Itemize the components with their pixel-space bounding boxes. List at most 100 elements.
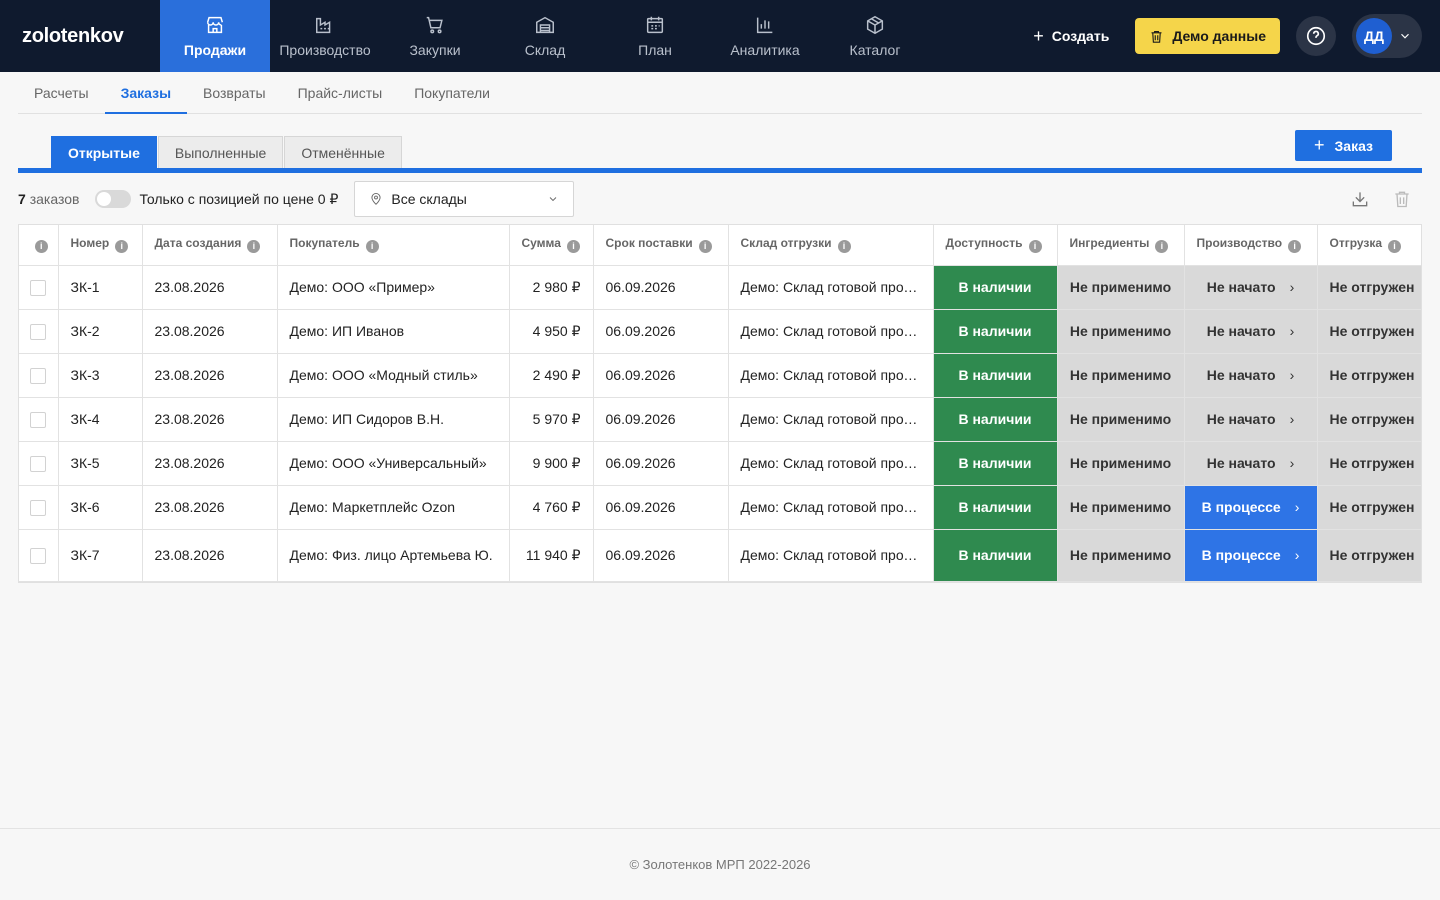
production-cell[interactable]: В процессе › — [1184, 529, 1318, 582]
table-row[interactable]: ЗК-7 23.08.2026 Демо: Физ. лицо Артемьева … — [19, 529, 1421, 582]
table-row[interactable]: ЗК-2 23.08.2026 Демо: ИП Иванов 4 950 ₽06.0… — [19, 309, 1421, 354]
production-cell[interactable]: Не начато › — [1184, 265, 1318, 310]
shipment-cell[interactable]: Не отгружен — [1317, 529, 1421, 582]
nav-item-production[interactable]: Производство — [270, 0, 380, 72]
subnav-item-orders[interactable]: Заказы — [104, 72, 188, 114]
table-row[interactable]: ЗК-5 23.08.2026 Демо: ООО «Универсальный» 9… — [19, 441, 1421, 486]
info-icon[interactable]: i — [247, 240, 261, 254]
column-header-due-date[interactable]: Срок поставки i — [593, 225, 729, 266]
info-icon[interactable]: i — [566, 240, 580, 254]
warehouse-select[interactable]: Все склады — [354, 181, 575, 217]
nav-item-sales[interactable]: Продажи — [160, 0, 270, 72]
shipment-cell[interactable]: Не отгружен — [1317, 485, 1421, 530]
production-cell[interactable]: Не начато › — [1184, 441, 1318, 486]
download-icon[interactable] — [1350, 189, 1370, 209]
help-button[interactable] — [1296, 16, 1336, 56]
tab-open[interactable]: Открытые — [51, 136, 157, 168]
production-cell[interactable]: Не начато › — [1184, 309, 1318, 354]
row-checkbox[interactable] — [30, 323, 47, 340]
shipment-cell[interactable]: Не отгружен — [1317, 441, 1421, 486]
row-checkbox[interactable] — [30, 367, 47, 384]
table-row[interactable]: ЗК-3 23.08.2026 Демо: ООО «Модный стиль» 2 … — [19, 353, 1421, 398]
add-order-button[interactable]: + Заказ — [1295, 130, 1392, 161]
user-menu-button[interactable]: ДД — [1352, 14, 1422, 58]
availability-cell[interactable]: В наличии — [933, 441, 1058, 486]
info-icon[interactable]: i — [34, 240, 48, 254]
info-icon[interactable]: i — [1155, 240, 1169, 254]
column-header-customer[interactable]: Покупатель i — [277, 225, 510, 266]
row-checkbox[interactable] — [30, 411, 47, 428]
production-cell[interactable]: Не начато › — [1184, 397, 1318, 442]
availability-cell[interactable]: В наличии — [933, 353, 1058, 398]
tab-completed[interactable]: Выполненные — [157, 136, 284, 168]
info-icon[interactable]: i — [837, 240, 851, 254]
row-checkbox[interactable] — [30, 547, 47, 564]
delete-icon[interactable] — [1392, 189, 1412, 209]
availability-cell[interactable]: В наличии — [933, 265, 1058, 310]
subnav-item-settlements[interactable]: Расчеты — [18, 72, 105, 113]
order-number[interactable]: ЗК-7 — [58, 529, 143, 582]
column-header-availability[interactable]: Доступность i — [933, 225, 1058, 266]
due-date: 06.09.2026 — [593, 353, 729, 398]
column-header-sum[interactable]: Сумма i — [509, 225, 594, 266]
tab-cancelled[interactable]: Отменённые — [284, 136, 402, 168]
order-sum: 9 900 ₽ — [509, 441, 594, 486]
zero-price-toggle[interactable] — [95, 190, 132, 208]
order-number[interactable]: ЗК-2 — [58, 309, 143, 354]
order-number[interactable]: ЗК-1 — [58, 265, 143, 310]
subnav-item-returns[interactable]: Возвраты — [187, 72, 282, 113]
table-row[interactable]: ЗК-1 23.08.2026 Демо: ООО «Пример» 2 980 ₽0… — [19, 265, 1421, 310]
row-checkbox[interactable] — [30, 499, 47, 516]
info-icon[interactable]: i — [365, 240, 379, 254]
column-header-shipment[interactable]: Отгрузка i — [1317, 225, 1421, 266]
shipment-cell[interactable]: Не отгружен — [1317, 397, 1421, 442]
info-icon[interactable]: i — [1288, 240, 1302, 254]
info-icon[interactable]: i — [1388, 240, 1402, 254]
subnav-item-price-lists[interactable]: Прайс-листы — [282, 72, 399, 113]
calendar-icon — [646, 16, 664, 34]
info-icon[interactable]: i — [115, 240, 129, 254]
availability-cell[interactable]: В наличии — [933, 485, 1058, 530]
column-header-production[interactable]: Производство i — [1184, 225, 1318, 266]
shipment-cell[interactable]: Не отгружен — [1317, 353, 1421, 398]
table-row[interactable]: ЗК-6 23.08.2026 Демо: Маркетплейс Ozon 4 76… — [19, 485, 1421, 530]
app-logo[interactable]: zolotenkov — [0, 0, 160, 72]
info-icon[interactable]: i — [698, 240, 712, 254]
avatar: ДД — [1356, 18, 1392, 54]
nav-item-warehouse[interactable]: Склад — [490, 0, 600, 72]
order-number[interactable]: ЗК-4 — [58, 397, 143, 442]
order-number[interactable]: ЗК-3 — [58, 353, 143, 398]
availability-cell[interactable]: В наличии — [933, 309, 1058, 354]
column-header-ingredients[interactable]: Ингредиенты i — [1057, 225, 1185, 266]
info-icon[interactable]: i — [1028, 240, 1042, 254]
row-checkbox[interactable] — [30, 279, 47, 296]
nav-item-analytics[interactable]: Аналитика — [710, 0, 820, 72]
create-button[interactable]: + Создать — [1023, 18, 1119, 54]
availability-cell[interactable]: В наличии — [933, 529, 1058, 582]
shipment-label: Не отгружен — [1329, 547, 1415, 563]
column-header-warehouse[interactable]: Склад отгрузки i — [728, 225, 934, 266]
nav-item-catalog[interactable]: Каталог — [820, 0, 930, 72]
order-number[interactable]: ЗК-5 — [58, 441, 143, 486]
filter-bar: 7 заказов Только с позицией по цене 0 ₽ … — [18, 181, 1422, 217]
nav-item-purchases[interactable]: Закупки — [380, 0, 490, 72]
subnav-item-customers[interactable]: Покупатели — [398, 72, 506, 113]
availability-cell[interactable]: В наличии — [933, 397, 1058, 442]
demo-data-button[interactable]: Демо данные — [1135, 18, 1280, 54]
availability-badge: В наличии — [933, 265, 1056, 308]
row-checkbox[interactable] — [30, 455, 47, 472]
nav-item-plan[interactable]: План — [600, 0, 710, 72]
production-label: В процессе — [1201, 547, 1281, 563]
column-header-created[interactable]: Дата создания i — [142, 225, 278, 266]
column-header-number[interactable]: Номер i — [58, 225, 143, 266]
order-number[interactable]: ЗК-6 — [58, 485, 143, 530]
table-row[interactable]: ЗК-4 23.08.2026 Демо: ИП Сидоров В.Н. 5 970… — [19, 397, 1421, 442]
ingredients-cell: Не применимо — [1057, 353, 1185, 398]
column-label: Доступность — [945, 236, 1023, 251]
production-cell[interactable]: В процессе › — [1184, 485, 1318, 530]
shipment-cell[interactable]: Не отгружен — [1317, 309, 1421, 354]
availability-label: В наличии — [958, 323, 1032, 339]
shipment-cell[interactable]: Не отгружен — [1317, 265, 1421, 310]
production-cell[interactable]: Не начато › — [1184, 353, 1318, 398]
created-date: 23.08.2026 — [142, 309, 278, 354]
